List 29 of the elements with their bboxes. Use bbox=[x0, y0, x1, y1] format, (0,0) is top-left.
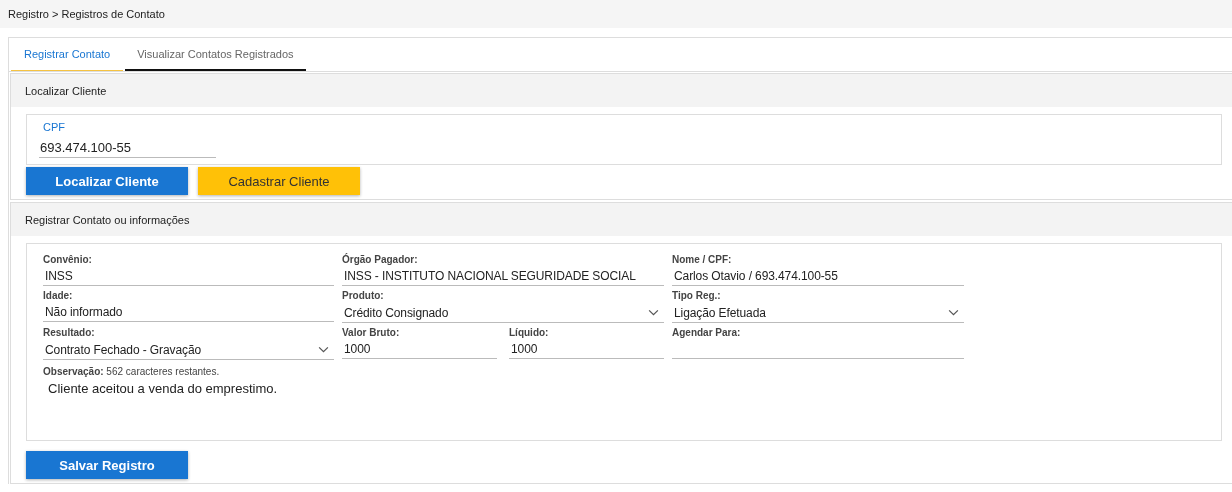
select-field[interactable]: Crédito Consignado bbox=[342, 303, 664, 323]
search-client-button[interactable]: Localizar Cliente bbox=[26, 167, 188, 195]
field-label: Convênio: bbox=[43, 253, 93, 267]
field-label: Produto: bbox=[342, 289, 385, 303]
chevron-down-icon bbox=[648, 309, 659, 316]
register-client-button[interactable]: Cadastrar Cliente bbox=[198, 167, 360, 195]
select-field[interactable]: Contrato Fechado - Gravação bbox=[43, 340, 334, 360]
chevron-down-icon bbox=[948, 309, 959, 316]
section-title: Localizar Cliente bbox=[25, 84, 107, 97]
text-field[interactable]: 1000 bbox=[509, 340, 664, 359]
text-field[interactable]: INSS bbox=[43, 267, 334, 286]
field-label: Tipo Reg.: bbox=[672, 289, 722, 303]
field-label: Resultado: bbox=[43, 326, 96, 340]
text-field[interactable]: 1000 bbox=[342, 340, 497, 359]
field-label: Agendar Para: bbox=[672, 326, 742, 340]
field-label: Observação: 562 caracteres restantes. bbox=[43, 366, 221, 377]
save-button[interactable]: Salvar Registro bbox=[26, 451, 188, 479]
field-label: Valor Bruto: bbox=[342, 326, 401, 340]
field-label: Líquido: bbox=[509, 326, 550, 340]
field-label: Idade: bbox=[43, 289, 74, 303]
text-field[interactable]: INSS - INSTITUTO NACIONAL SEGURIDADE SOCIAL bbox=[342, 267, 664, 286]
breadcrumb: Registro > Registros de Contato bbox=[8, 8, 165, 20]
field-label: Nome / CPF: bbox=[672, 253, 733, 267]
text-field[interactable]: Carlos Otavio / 693.474.100-55 bbox=[672, 267, 964, 286]
chevron-down-icon bbox=[318, 346, 329, 353]
select-field[interactable]: Ligação Efetuada bbox=[672, 303, 964, 323]
field-label: Órgão Pagador: bbox=[342, 253, 419, 267]
text-field[interactable]: Não informado bbox=[43, 303, 334, 322]
section-title: Registrar Contato ou informações bbox=[25, 213, 190, 226]
